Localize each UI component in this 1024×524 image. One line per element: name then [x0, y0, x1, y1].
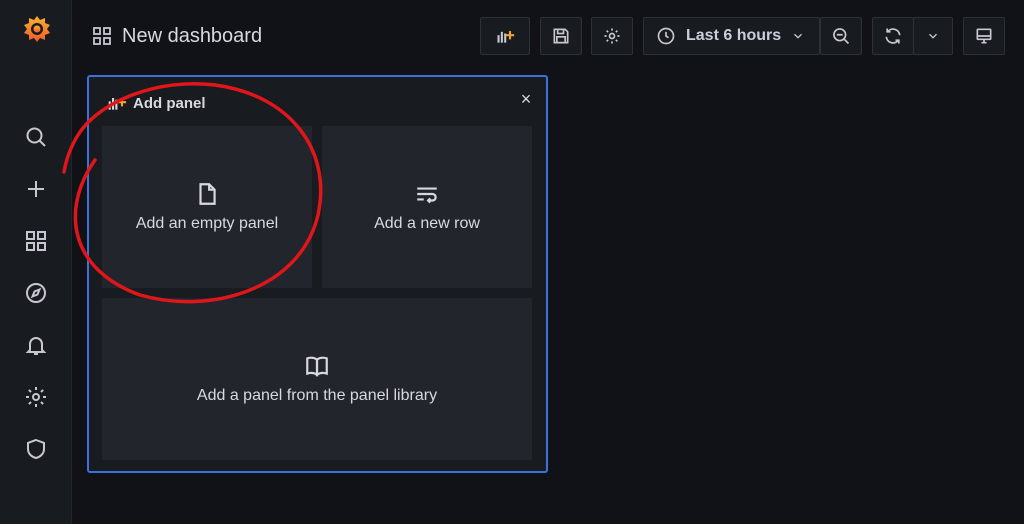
file-icon — [199, 183, 216, 205]
monitor-icon — [976, 28, 992, 44]
refresh-interval-dropdown[interactable] — [913, 17, 953, 55]
add-empty-panel-label: Add an empty panel — [135, 215, 279, 232]
dashboards-icon[interactable] — [20, 225, 52, 257]
chevron-down-icon — [794, 33, 803, 39]
add-panel-widget: Add panel × Add an empty panel Add a new… — [87, 75, 548, 473]
gear-icon — [604, 28, 620, 44]
add-empty-panel-button[interactable]: Add an empty panel — [102, 126, 312, 288]
close-icon[interactable]: × — [518, 90, 534, 108]
page-title[interactable]: New dashboard — [122, 25, 262, 48]
save-button[interactable] — [540, 17, 582, 55]
row-icon — [417, 187, 437, 204]
bell-icon[interactable] — [20, 329, 52, 361]
add-new-row-button[interactable]: Add a new row — [322, 126, 532, 288]
chevron-down-icon — [929, 33, 937, 39]
sidebar — [0, 0, 72, 524]
add-panel-icon — [108, 98, 127, 110]
zoom-out-icon — [833, 28, 850, 45]
zoom-out-button[interactable] — [820, 17, 862, 55]
add-panel-button[interactable] — [480, 17, 530, 55]
time-range-label: Last 6 hours — [686, 27, 782, 44]
clock-icon — [657, 27, 675, 45]
shield-icon[interactable] — [20, 433, 52, 465]
gear-icon[interactable] — [20, 381, 52, 413]
grafana-logo[interactable] — [22, 14, 52, 44]
refresh-icon — [885, 28, 901, 44]
add-library-panel-button[interactable]: Add a panel from the panel library — [102, 298, 532, 460]
add-library-panel-label: Add a panel from the panel library — [196, 387, 438, 404]
plus-icon[interactable] — [20, 173, 52, 205]
search-icon[interactable] — [20, 121, 52, 153]
dashboard-title-area[interactable]: New dashboard — [92, 24, 262, 48]
dashboard-settings-button[interactable] — [591, 17, 633, 55]
book-icon — [306, 356, 328, 377]
add-panel-title: Add panel — [133, 94, 206, 112]
add-new-row-label: Add a new row — [374, 215, 480, 232]
refresh-button[interactable] — [872, 17, 914, 55]
explore-compass-icon[interactable] — [20, 277, 52, 309]
dashboards-icon — [93, 27, 111, 45]
save-icon — [553, 28, 569, 44]
add-panel-icon — [497, 31, 515, 43]
time-range-picker[interactable]: Last 6 hours — [643, 17, 820, 55]
view-mode-button[interactable] — [963, 17, 1005, 55]
add-panel-header: Add panel — [107, 93, 206, 113]
